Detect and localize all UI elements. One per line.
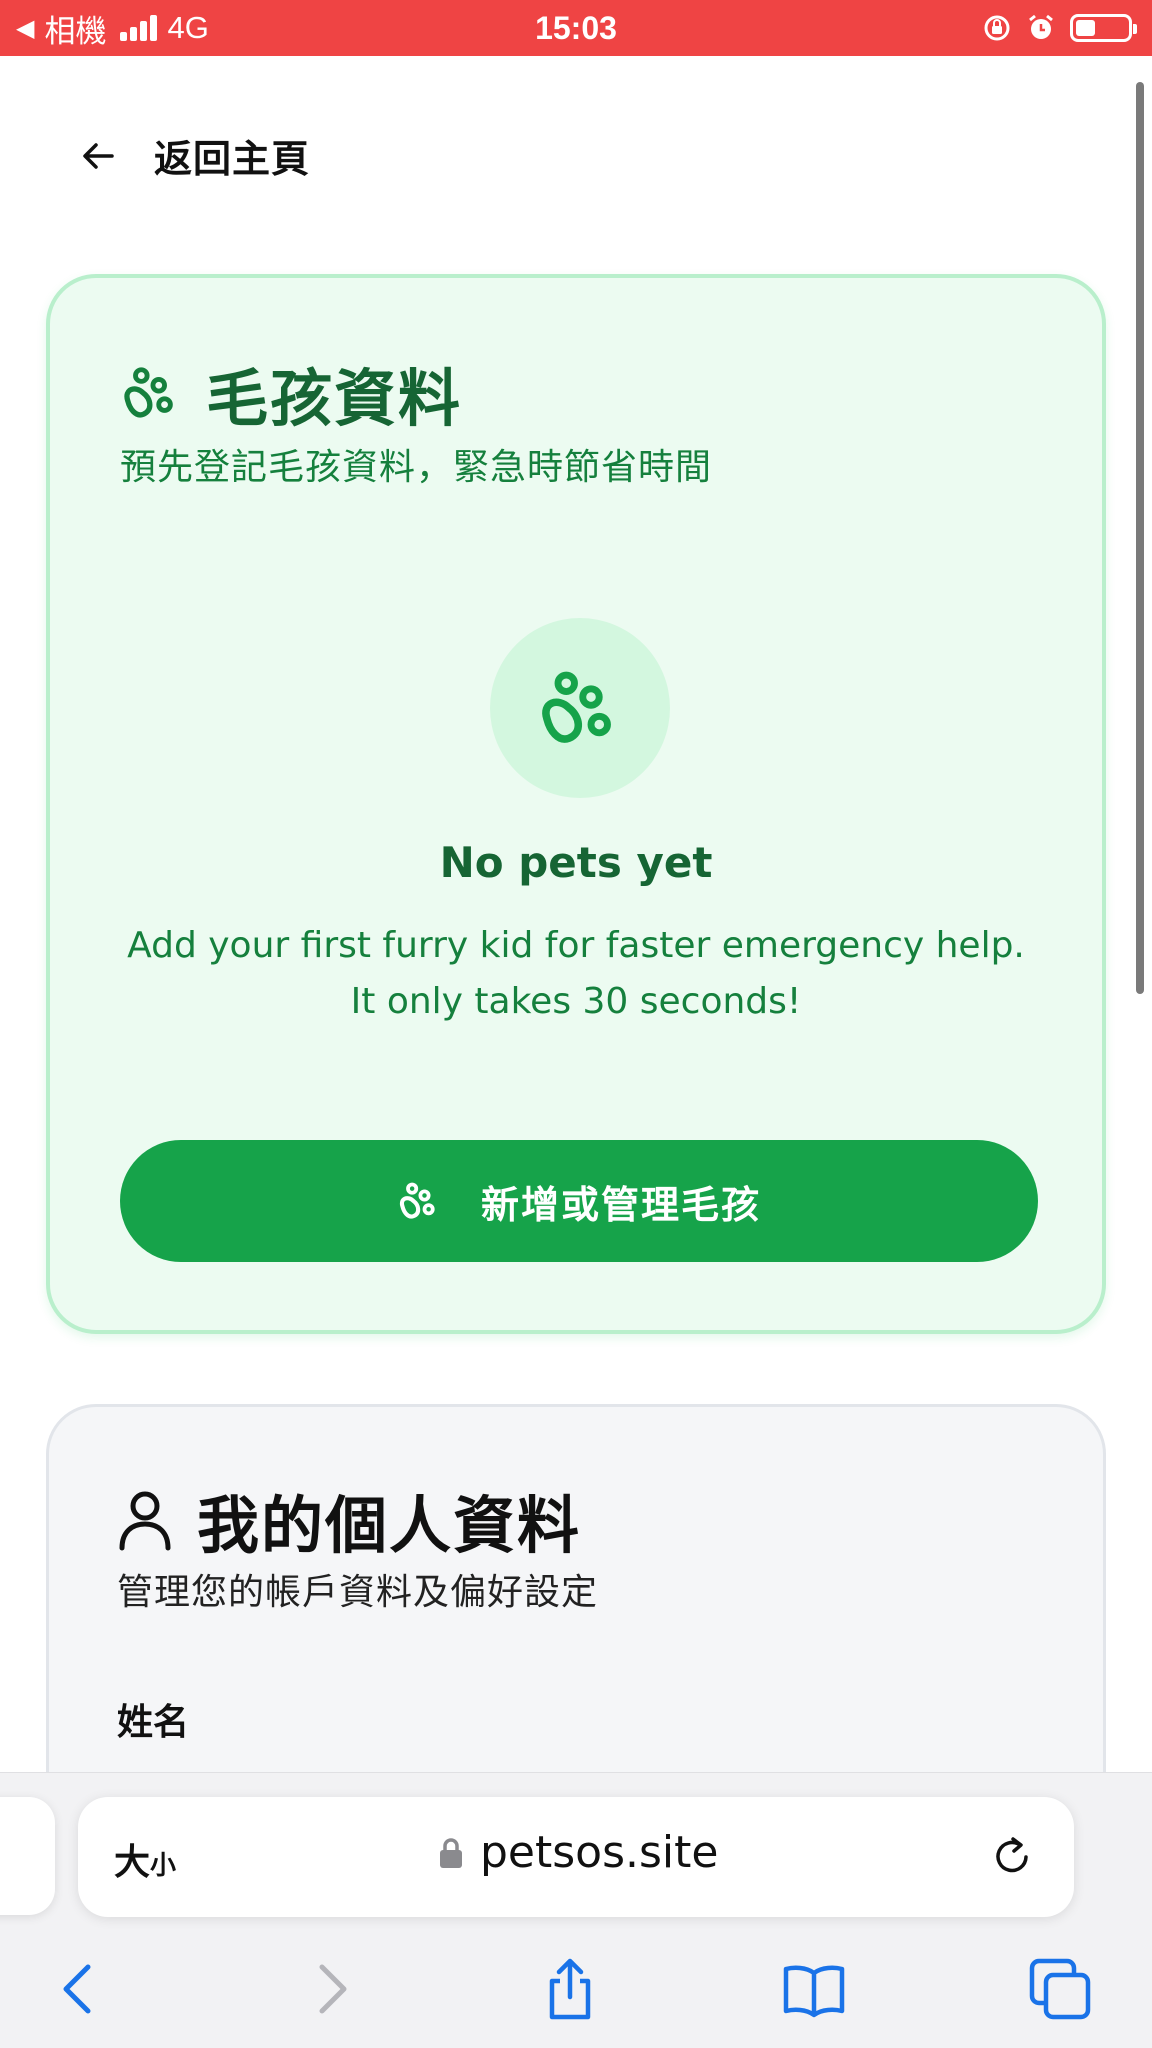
status-bar: ◀ 相機 4G 15:03 — [0, 0, 1152, 56]
reload-icon[interactable] — [986, 1831, 1038, 1883]
empty-state-description: Add your first furry kid for faster emer… — [110, 918, 1042, 1030]
bookmarks-icon — [783, 1965, 845, 2018]
screen: ◀ 相機 4G 15:03 返回主頁 毛孩資料 預先登記毛孩資料，緊急時節省時間… — [0, 0, 1152, 2048]
browser-chrome: 大小 petsos.site — [0, 1772, 1152, 2048]
back-to-app-icon[interactable]: ◀ — [16, 14, 34, 43]
pet-card-header: 毛孩資料 — [120, 348, 462, 438]
address-bar[interactable]: 大小 petsos.site — [78, 1797, 1074, 1917]
empty-state-line-1: Add your first furry kid for faster emer… — [127, 925, 1025, 966]
tabs-icon — [1029, 1958, 1091, 2020]
bookmarks-button[interactable] — [778, 1953, 850, 2025]
status-left: ◀ 相機 4G — [16, 6, 209, 51]
rotation-lock-icon — [984, 15, 1010, 41]
lock-icon — [440, 1837, 462, 1868]
profile-card-title: 我的個人資料 — [197, 1489, 582, 1562]
profile-card-subtitle: 管理您的帳戶資料及偏好設定 — [117, 1572, 599, 1613]
back-icon — [63, 1964, 91, 2014]
pet-card-title: 毛孩資料 — [206, 362, 463, 435]
previous-tab-preview[interactable] — [0, 1797, 55, 1915]
share-button[interactable] — [534, 1953, 606, 2025]
add-pet-button-label: 新增或管理毛孩 — [480, 1182, 761, 1227]
text-size-button[interactable]: 大小 — [114, 1833, 176, 1885]
network-label: 4G — [167, 10, 209, 45]
browser-toolbar — [0, 1949, 1152, 2029]
back-to-home-label: 返回主頁 — [154, 137, 311, 181]
alarm-icon — [1029, 14, 1053, 39]
pet-card-subtitle: 預先登記毛孩資料，緊急時節省時間 — [120, 447, 713, 488]
name-field-label: 姓名 — [117, 1702, 190, 1743]
back-to-home-link[interactable]: 返回主頁 — [78, 128, 310, 183]
share-icon — [549, 1958, 591, 2020]
signal-icon — [120, 15, 158, 41]
tabs-button[interactable] — [1024, 1953, 1096, 2025]
empty-state-title: No pets yet — [439, 838, 713, 887]
empty-state-line-2: It only takes 30 seconds! — [350, 981, 802, 1022]
browser-back-button[interactable] — [44, 1953, 116, 2025]
forward-icon — [319, 1964, 347, 2014]
battery-icon — [1070, 14, 1137, 42]
paw-icon — [399, 1182, 435, 1219]
arrow-left-icon — [83, 142, 114, 169]
text-size-small: 小 — [150, 1851, 177, 1881]
profile-card-header: 我的個人資料 — [117, 1475, 581, 1565]
back-app-label[interactable]: 相機 — [44, 6, 106, 51]
add-or-manage-pets-button[interactable]: 新增或管理毛孩 — [120, 1140, 1038, 1262]
text-size-large: 大 — [114, 1842, 151, 1883]
status-time: 15:03 — [535, 9, 617, 46]
browser-forward-button[interactable] — [294, 1953, 366, 2025]
scroll-indicator[interactable] — [1136, 82, 1144, 994]
paw-icon — [542, 671, 611, 743]
pet-profile-card: 毛孩資料 預先登記毛孩資料，緊急時節省時間 No pets yet Add yo… — [46, 274, 1106, 1334]
empty-state-icon-circle — [490, 618, 670, 798]
url-text: petsos.site — [480, 1827, 719, 1878]
paw-icon — [124, 367, 173, 418]
status-right — [982, 13, 1137, 43]
user-icon — [119, 1491, 171, 1551]
url-display[interactable]: petsos.site — [438, 1827, 718, 1878]
